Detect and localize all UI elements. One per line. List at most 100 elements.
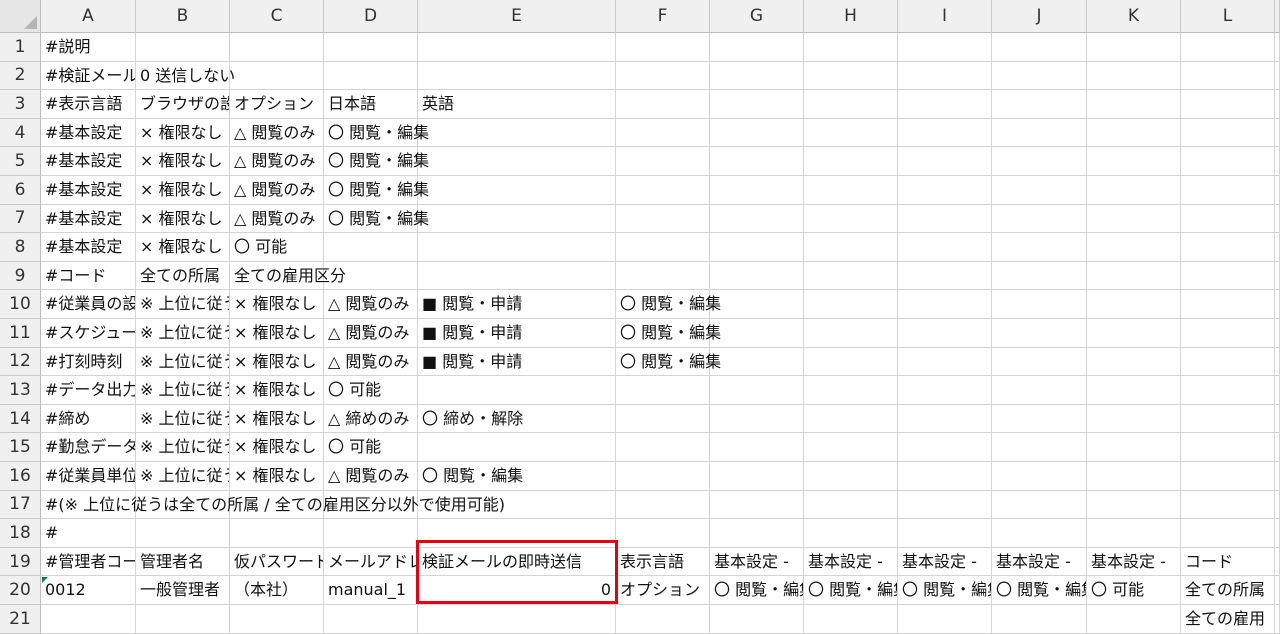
spreadsheet-grid[interactable]: A B C D E F G H I J K L 1 2 3 4 5 6 7 8 9 10 11 12 13 14 15 16 17 18 1… xyxy=(0,0,1280,634)
row-header-21[interactable]: 21 xyxy=(0,605,41,634)
cell-text-j19: 基本設定 - xyxy=(996,551,1071,571)
cell-text-d7: 〇 閲覧・編集 xyxy=(328,208,430,228)
cell-text-f10: 〇 閲覧・編集 xyxy=(620,294,722,314)
row-header-11[interactable]: 11 xyxy=(0,319,41,348)
column-header-i[interactable]: I xyxy=(898,0,992,33)
row-header-7[interactable]: 7 xyxy=(0,204,41,234)
cell-text-b9: 全ての所属 xyxy=(140,265,221,285)
cell-m5[interactable] xyxy=(1275,147,1280,176)
cell-m21[interactable] xyxy=(1275,605,1280,634)
cell-m10[interactable] xyxy=(1275,290,1280,319)
cell-h21[interactable] xyxy=(804,605,898,634)
cell-text-d11: △ 閲覧のみ xyxy=(328,323,410,342)
column-header-overflow[interactable] xyxy=(1275,0,1280,33)
row-header-16[interactable]: 16 xyxy=(0,462,41,491)
column-header-h[interactable]: H xyxy=(804,0,898,33)
cell-text-d12: △ 閲覧のみ xyxy=(328,351,410,371)
cell-b21[interactable] xyxy=(136,605,230,634)
cell-m9[interactable] xyxy=(1275,261,1280,291)
cell-text-a12: #打刻時刻 xyxy=(45,351,123,371)
cell-k21[interactable] xyxy=(1087,605,1181,634)
column-header-d[interactable]: D xyxy=(324,0,418,33)
cell-m20[interactable] xyxy=(1275,576,1280,605)
row-header-18[interactable]: 18 xyxy=(0,519,41,548)
cell-text-d14: △ 締めのみ xyxy=(328,408,410,428)
error-indicator-icon xyxy=(42,577,48,584)
cell-m11[interactable] xyxy=(1275,319,1280,348)
row-header-1[interactable]: 1 xyxy=(0,33,41,62)
row-header-13[interactable]: 13 xyxy=(0,376,41,405)
cell-m3[interactable] xyxy=(1275,90,1280,119)
column-header-j[interactable]: J xyxy=(992,0,1087,33)
cell-text-c5: △ 閲覧のみ xyxy=(234,151,316,171)
cell-m17[interactable] xyxy=(1275,490,1280,520)
cell-m15[interactable] xyxy=(1275,433,1280,462)
row-header-4[interactable]: 4 xyxy=(0,118,41,148)
cell-text-b15: ※ 上位に従う xyxy=(140,437,229,457)
cell-a21[interactable] xyxy=(41,605,136,634)
cell-text-b8: × 権限なし xyxy=(140,237,223,257)
cell-text-c10: × 権限なし xyxy=(234,294,317,314)
cell-m6[interactable] xyxy=(1275,176,1280,205)
cell-text-a17: #(※ 上位に従うは全ての所属 / 全ての雇用区分以外で使用可能) xyxy=(45,494,505,514)
row-header-17[interactable]: 17 xyxy=(0,490,41,520)
cell-f21[interactable] xyxy=(616,605,710,634)
row-header-5[interactable]: 5 xyxy=(0,147,41,176)
row-header-14[interactable]: 14 xyxy=(0,404,41,434)
cell-text-b5: × 権限なし xyxy=(140,151,223,171)
column-header-f[interactable]: F xyxy=(616,0,710,33)
cell-m7[interactable] xyxy=(1275,204,1280,234)
cell-text-a3: #表示言語 xyxy=(45,94,123,114)
cell-m18[interactable] xyxy=(1275,519,1280,548)
cell-text-d5: 〇 閲覧・編集 xyxy=(328,151,430,171)
cell-text-b19: 管理者名 xyxy=(140,551,205,571)
row-header-20[interactable]: 20 xyxy=(0,576,41,605)
column-header-l[interactable]: L xyxy=(1181,0,1275,33)
select-all-corner[interactable] xyxy=(0,0,41,33)
cell-text-l20: 全ての所属 xyxy=(1185,580,1266,600)
row-header-10[interactable]: 10 xyxy=(0,290,41,319)
cell-i21[interactable] xyxy=(898,605,992,634)
column-header-a[interactable]: A xyxy=(41,0,136,33)
cell-j21[interactable] xyxy=(992,605,1087,634)
cell-text-a15: #勤怠データ xyxy=(45,437,135,457)
row-header-2[interactable]: 2 xyxy=(0,61,41,91)
column-header-c[interactable]: C xyxy=(230,0,324,33)
cell-text-e3: 英語 xyxy=(422,94,455,114)
column-header-k[interactable]: K xyxy=(1087,0,1181,33)
cell-text-d3: 日本語 xyxy=(328,94,377,114)
cell-m1[interactable] xyxy=(1275,33,1280,62)
cell-m12[interactable] xyxy=(1275,347,1280,377)
cell-m2[interactable] xyxy=(1275,61,1280,91)
cell-text-b6: × 権限なし xyxy=(140,180,223,199)
column-header-b[interactable]: B xyxy=(136,0,230,33)
cell-text-l21: 全ての雇用 xyxy=(1185,609,1266,628)
cell-text-b10: ※ 上位に従う xyxy=(140,294,229,314)
cell-m4[interactable] xyxy=(1275,118,1280,148)
row-header-9[interactable]: 9 xyxy=(0,261,41,291)
cell-text-a20: 0012 xyxy=(45,580,86,600)
cell-c21[interactable] xyxy=(230,605,324,634)
column-header-e[interactable]: E xyxy=(418,0,616,33)
cell-text-b14: ※ 上位に従う xyxy=(140,408,229,428)
cell-text-c7: △ 閲覧のみ xyxy=(234,208,316,228)
row-header-6[interactable]: 6 xyxy=(0,176,41,205)
row-header-8[interactable]: 8 xyxy=(0,233,41,262)
cell-text-i20: 〇 閲覧・編集 xyxy=(902,580,991,600)
cell-m19[interactable] xyxy=(1275,547,1280,577)
cell-g21[interactable] xyxy=(710,605,804,634)
cell-text-l19: コード xyxy=(1185,551,1234,571)
cell-m13[interactable] xyxy=(1275,376,1280,405)
row-header-15[interactable]: 15 xyxy=(0,433,41,462)
cell-m8[interactable] xyxy=(1275,233,1280,262)
cell-text-d6: 〇 閲覧・編集 xyxy=(328,180,430,199)
cell-m16[interactable] xyxy=(1275,462,1280,491)
row-header-3[interactable]: 3 xyxy=(0,90,41,119)
cell-e21[interactable] xyxy=(418,605,616,634)
cell-d21[interactable] xyxy=(324,605,418,634)
row-header-19[interactable]: 19 xyxy=(0,547,41,577)
cell-m14[interactable] xyxy=(1275,404,1280,434)
column-header-g[interactable]: G xyxy=(710,0,804,33)
cell-text-a13: #データ出力 xyxy=(45,380,135,400)
row-header-12[interactable]: 12 xyxy=(0,347,41,377)
